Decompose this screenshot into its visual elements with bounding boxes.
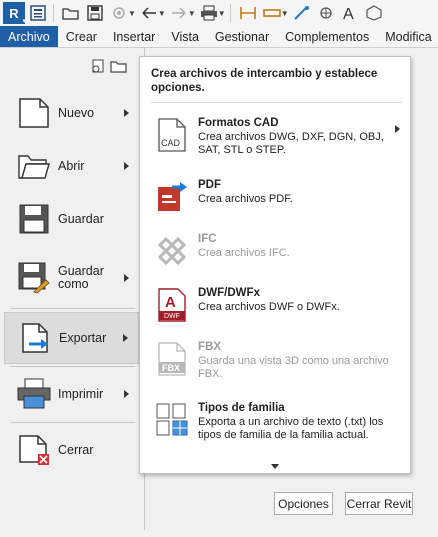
export-item-description: Crea archivos DWG, DXF, DGN, OBJ, SAT, S… — [198, 131, 384, 156]
menu-divider — [10, 422, 135, 423]
dwf-file-icon: A DWF — [154, 287, 190, 323]
options-button[interactable]: Opciones — [274, 492, 333, 515]
save-disk-icon — [16, 201, 52, 237]
close-document-icon — [16, 432, 52, 468]
toolbar-separator — [229, 4, 231, 22]
export-item-description: Crea archivos DWF o DWFx. — [198, 301, 340, 313]
export-panel-heading: Crea archivos de intercambio y establece… — [151, 68, 378, 94]
export-submenu-panel: Crea archivos de intercambio y establece… — [139, 56, 411, 474]
export-item-title: FBX — [198, 341, 221, 353]
menu-item-exportar[interactable]: Exportar — [4, 312, 139, 364]
open-documents-icon[interactable] — [110, 58, 128, 77]
chevron-right-icon — [395, 125, 400, 133]
revit-logo-icon[interactable]: R ▾ — [3, 2, 26, 25]
ribbon-tabs: Archivo Crear Insertar Vista Gestionar C… — [0, 26, 438, 48]
tab-vista[interactable]: Vista — [163, 26, 207, 47]
dimension-dropdown-icon[interactable]: ▼ — [281, 9, 289, 18]
sync-icon[interactable] — [108, 2, 130, 24]
export-item-title: PDF — [198, 179, 221, 191]
undo-icon[interactable] — [138, 2, 160, 24]
menu-item-label: Exportar — [59, 330, 107, 345]
menu-item-nuevo[interactable]: Nuevo — [4, 87, 139, 139]
tab-crear[interactable]: Crear — [58, 26, 105, 47]
export-item-dwf[interactable]: A DWF DWF/DWFx Crea archivos DWF o DWFx. — [148, 287, 404, 323]
export-item-description: Crea archivos PDF. — [198, 193, 293, 205]
menu-item-label: Guardar — [58, 211, 104, 226]
scroll-down-icon[interactable] — [271, 464, 279, 469]
svg-text:A: A — [343, 6, 354, 21]
svg-text:DWF: DWF — [164, 313, 180, 320]
export-icon — [17, 320, 53, 356]
text-icon[interactable]: A — [339, 2, 361, 24]
ifc-icon — [154, 233, 190, 269]
export-item-pdf[interactable]: PDF Crea archivos PDF. — [148, 179, 404, 215]
recent-documents-toolbar — [90, 58, 128, 77]
app-menu-icon[interactable] — [27, 2, 49, 24]
export-item-title: IFC — [198, 233, 217, 245]
cad-file-icon: CAD — [154, 117, 190, 153]
quick-access-toolbar: R ▾ ▼ ▼ ▼ ▼ ▼ A — [0, 0, 438, 26]
undo-dropdown-icon[interactable]: ▼ — [158, 9, 166, 18]
save-icon[interactable] — [84, 2, 106, 24]
export-item-title: DWF/DWFx — [198, 287, 260, 299]
export-item-ifc: IFC Crea archivos IFC. — [148, 233, 404, 269]
export-item-description: Exporta a un archivo de texto (.txt) los… — [198, 416, 384, 441]
redo-icon[interactable] — [168, 2, 190, 24]
menu-item-imprimir[interactable]: Imprimir — [4, 368, 139, 420]
menu-item-label: Guardar como — [58, 264, 104, 291]
fbx-file-icon: FBX — [154, 341, 190, 377]
svg-text:FBX: FBX — [162, 363, 180, 373]
measure-icon[interactable] — [237, 2, 259, 24]
recent-documents-icon[interactable] — [90, 58, 106, 77]
chevron-right-icon — [124, 274, 129, 282]
save-as-icon — [16, 260, 52, 296]
export-item-cad-formats[interactable]: CAD Formatos CAD Crea archivos DWG, DXF,… — [148, 117, 404, 157]
open-folder-icon — [16, 148, 52, 184]
printer-icon — [16, 376, 52, 412]
open-icon[interactable] — [60, 2, 82, 24]
menu-item-label: Imprimir — [58, 386, 104, 401]
menu-item-guardar-como[interactable]: Guardar como — [4, 252, 139, 304]
print-dropdown-icon[interactable]: ▼ — [218, 9, 226, 18]
menu-item-label: Nuevo — [58, 105, 95, 120]
align-icon[interactable] — [315, 2, 337, 24]
chevron-right-icon — [124, 162, 129, 170]
menu-divider — [10, 366, 135, 367]
menu-item-guardar[interactable]: Guardar — [4, 193, 139, 245]
export-item-title: Tipos de familia — [198, 402, 285, 414]
tab-insertar[interactable]: Insertar — [105, 26, 163, 47]
tag-icon[interactable] — [291, 2, 313, 24]
new-document-icon — [16, 95, 52, 131]
export-item-fbx: FBX FBX Guarda una vista 3D como una arc… — [148, 341, 404, 381]
tab-modifica[interactable]: Modifica — [377, 26, 438, 47]
application-menu: Nuevo Abrir Guardar Guardar como Exporta… — [0, 48, 438, 537]
svg-text:CAD: CAD — [161, 138, 181, 148]
redo-dropdown-icon[interactable]: ▼ — [188, 9, 196, 18]
chevron-right-icon — [124, 109, 129, 117]
menu-item-abrir[interactable]: Abrir — [4, 140, 139, 192]
toolbar-separator — [53, 4, 54, 22]
tab-gestionar[interactable]: Gestionar — [207, 26, 277, 47]
export-item-title: Formatos CAD — [198, 117, 279, 129]
panel-divider — [151, 102, 403, 103]
menu-divider — [10, 308, 135, 309]
tab-complementos[interactable]: Complementos — [277, 26, 377, 47]
export-item-description: Guarda una vista 3D como una archivo FBX… — [198, 355, 389, 380]
chevron-right-icon — [123, 334, 128, 342]
chevron-right-icon — [124, 390, 129, 398]
pdf-file-icon — [154, 179, 190, 215]
print-icon[interactable] — [198, 2, 220, 24]
sync-dropdown-icon[interactable]: ▼ — [128, 9, 136, 18]
menu-item-label: Cerrar — [58, 442, 94, 457]
family-types-icon — [154, 402, 190, 438]
3d-view-icon[interactable] — [363, 2, 385, 24]
export-item-family-types[interactable]: Tipos de familia Exporta a un archivo de… — [148, 402, 404, 442]
svg-text:A: A — [165, 294, 176, 311]
dimension-icon[interactable] — [261, 2, 283, 24]
exit-revit-button[interactable]: Cerrar Revit — [345, 492, 413, 515]
menu-item-cerrar[interactable]: Cerrar — [4, 424, 139, 476]
tab-archivo[interactable]: Archivo — [0, 26, 58, 47]
menu-item-label: Abrir — [58, 158, 85, 173]
export-item-description: Crea archivos IFC. — [198, 247, 290, 259]
